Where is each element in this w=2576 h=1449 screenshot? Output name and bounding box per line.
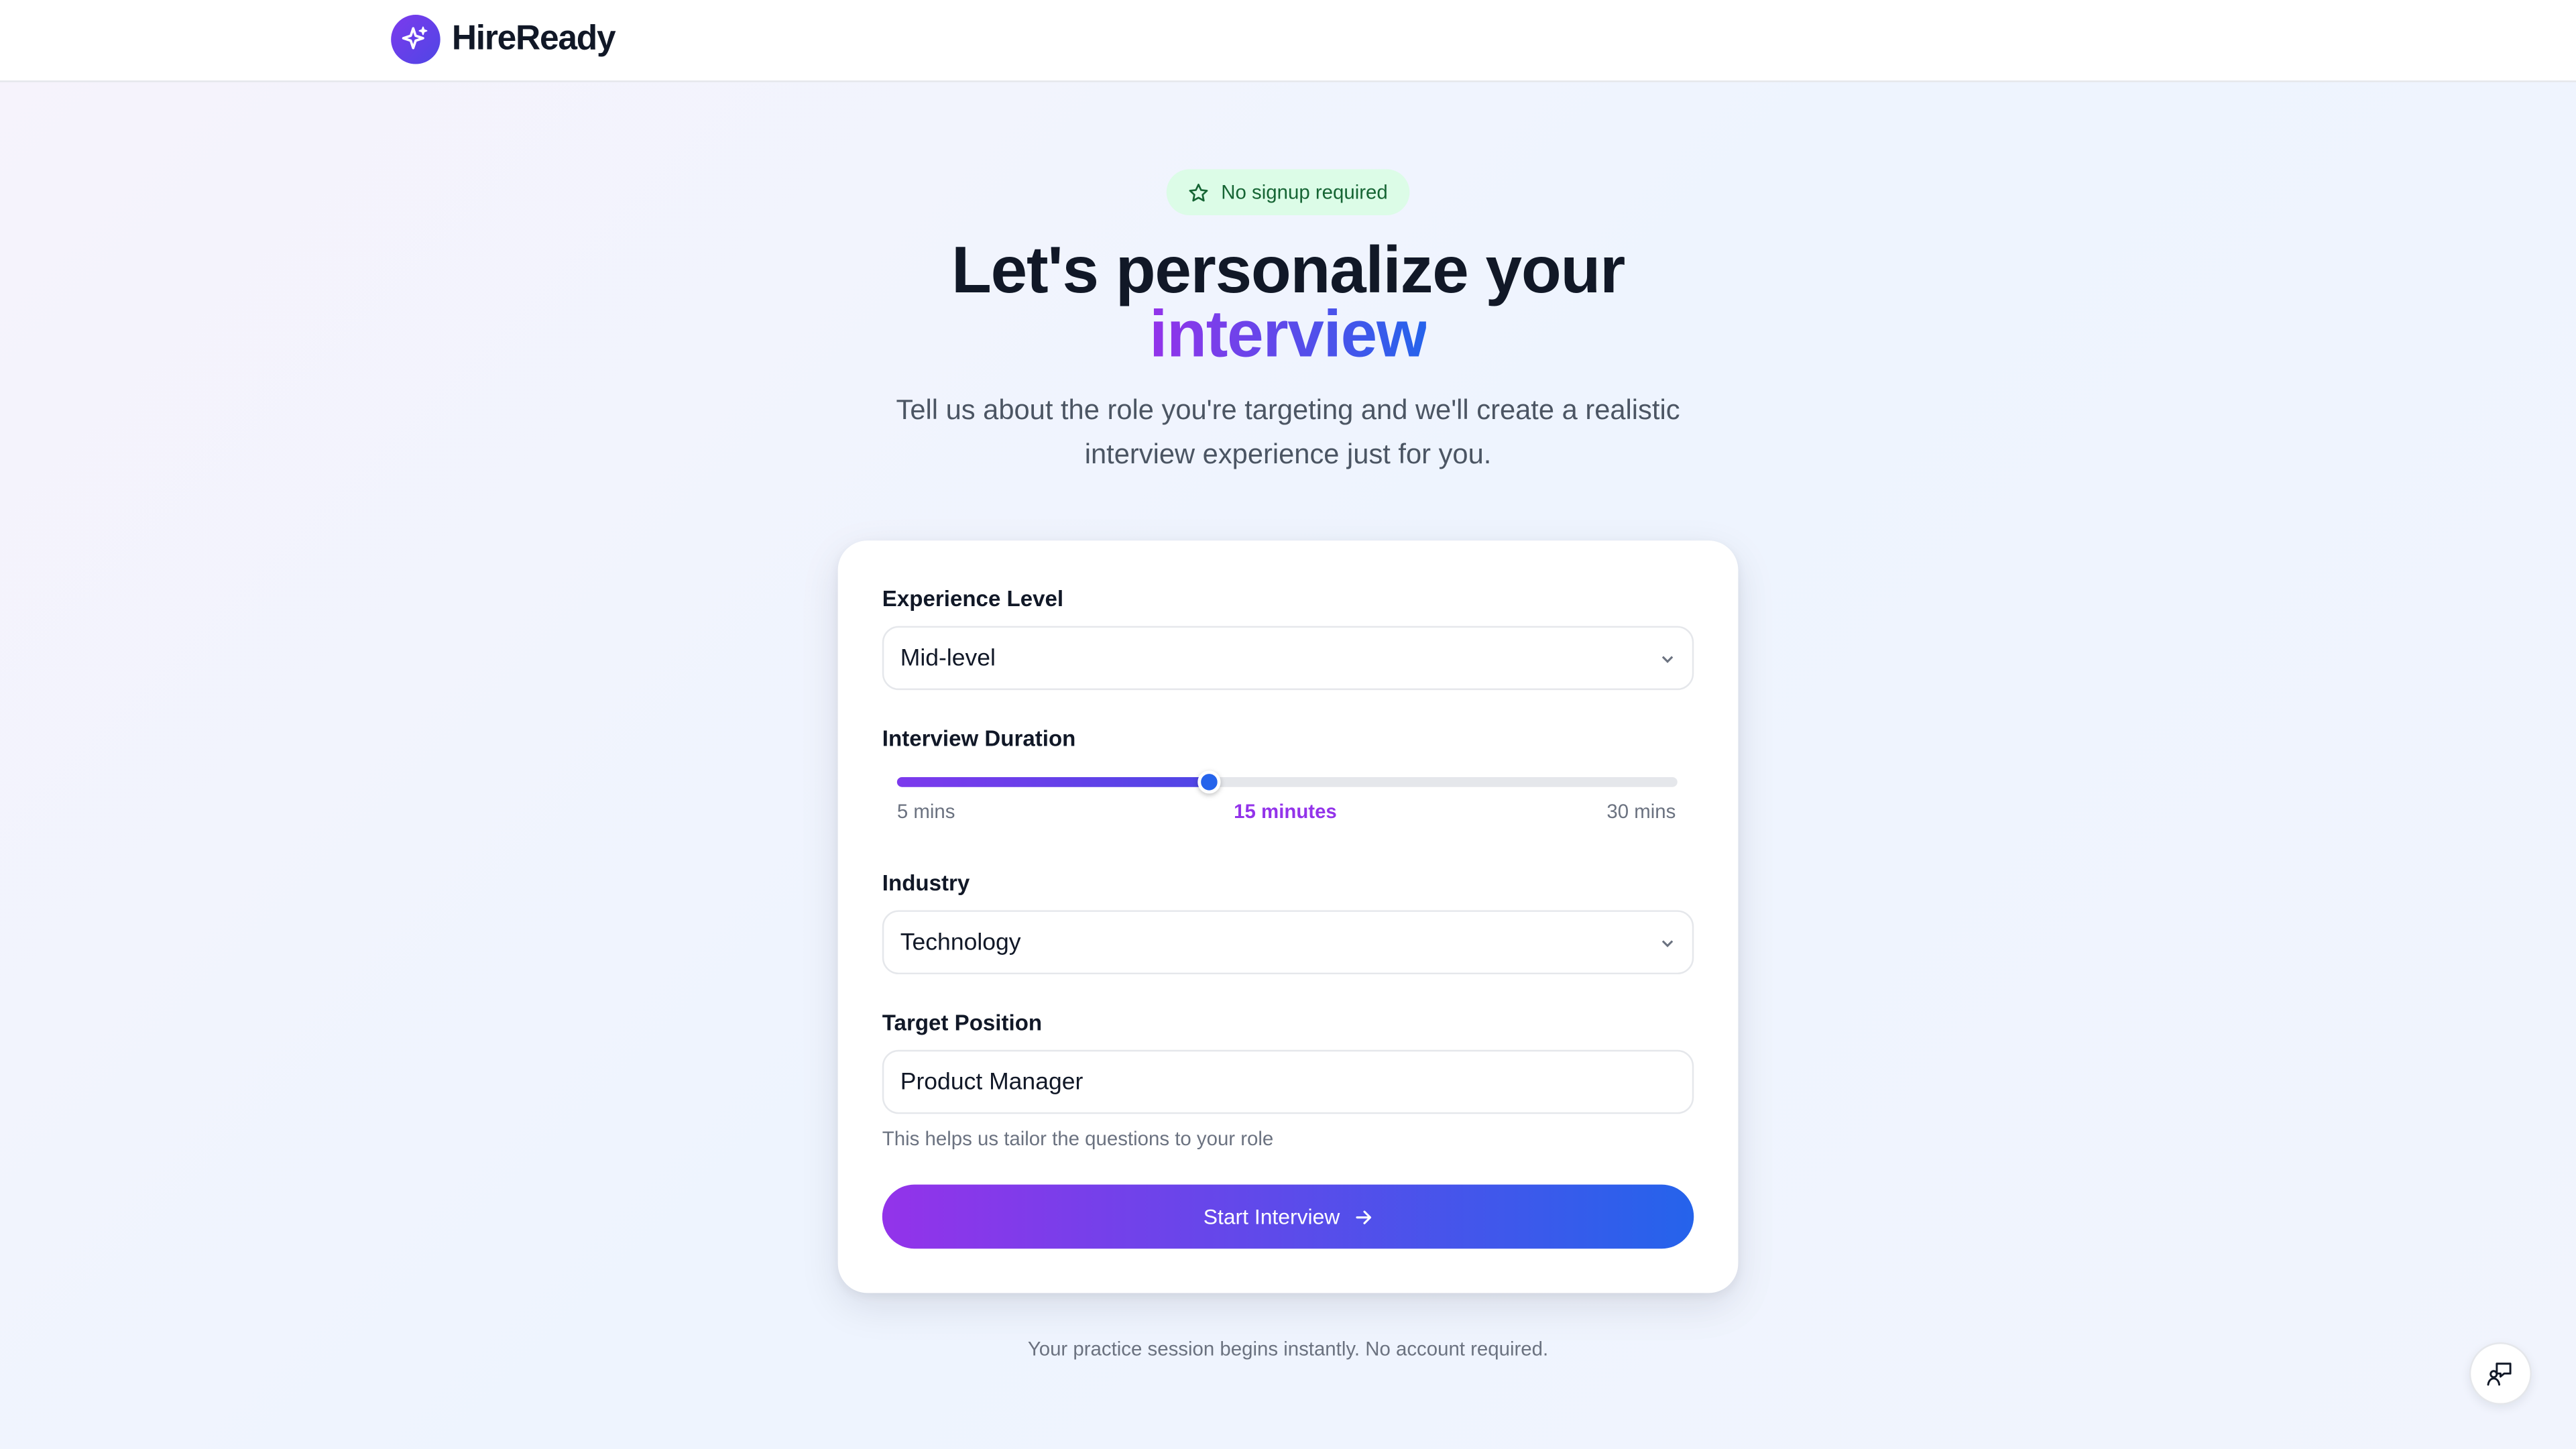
industry-select[interactable]: Technology (882, 910, 1694, 975)
sparkle-icon (391, 15, 441, 64)
page-title-highlight: interview (0, 299, 2576, 371)
start-interview-label: Start Interview (1203, 1204, 1340, 1229)
duration-slider-fill (896, 776, 1210, 787)
interview-duration-label: Interview Duration (882, 726, 1076, 751)
target-position-label: Target Position (882, 1010, 1043, 1035)
duration-slider[interactable] (896, 770, 1678, 794)
page-subtitle: Tell us about the role you're targeting … (896, 394, 1680, 470)
interview-setup-card: Experience Level Mid-level Interview Dur… (837, 540, 1739, 1293)
experience-level-select[interactable]: Mid-level (882, 626, 1694, 691)
footer-note: Your practice session begins instantly. … (1027, 1337, 1549, 1360)
duration-current-label: 15 minutes (1234, 800, 1337, 823)
star-icon (1189, 182, 1209, 201)
duration-slider-thumb[interactable] (1197, 770, 1221, 794)
feedback-chat-icon (2487, 1363, 2512, 1386)
target-position-hint: This helps us tailor the questions to yo… (882, 1126, 1274, 1151)
experience-level-label: Experience Level (882, 586, 1064, 612)
chevron-down-icon (1661, 656, 1674, 663)
top-navbar: HireReady (0, 0, 2576, 82)
start-interview-button[interactable]: Start Interview (882, 1184, 1694, 1249)
brand-name: HireReady (451, 19, 616, 58)
arrow-right-icon (1355, 1210, 1370, 1224)
industry-label: Industry (882, 870, 970, 896)
brand-logo[interactable]: HireReady (391, 15, 616, 64)
industry-value: Technology (900, 929, 1021, 955)
experience-level-value: Mid-level (900, 644, 996, 671)
target-position-value: Product Manager (900, 1068, 1084, 1096)
page: HireReady No signup required Let's perso… (0, 0, 2576, 1449)
target-position-input[interactable]: Product Manager (882, 1049, 1694, 1114)
duration-max-label: 30 mins (1606, 800, 1676, 823)
title-highlight-text: interview (1149, 298, 1427, 371)
duration-min-label: 5 mins (896, 800, 955, 823)
page-title: Let's personalize your (951, 235, 1625, 308)
chevron-down-icon (1661, 940, 1674, 947)
feedback-button[interactable] (2469, 1342, 2532, 1405)
badge-text: No signup required (1221, 180, 1388, 204)
no-signup-badge: No signup required (1166, 169, 1410, 215)
